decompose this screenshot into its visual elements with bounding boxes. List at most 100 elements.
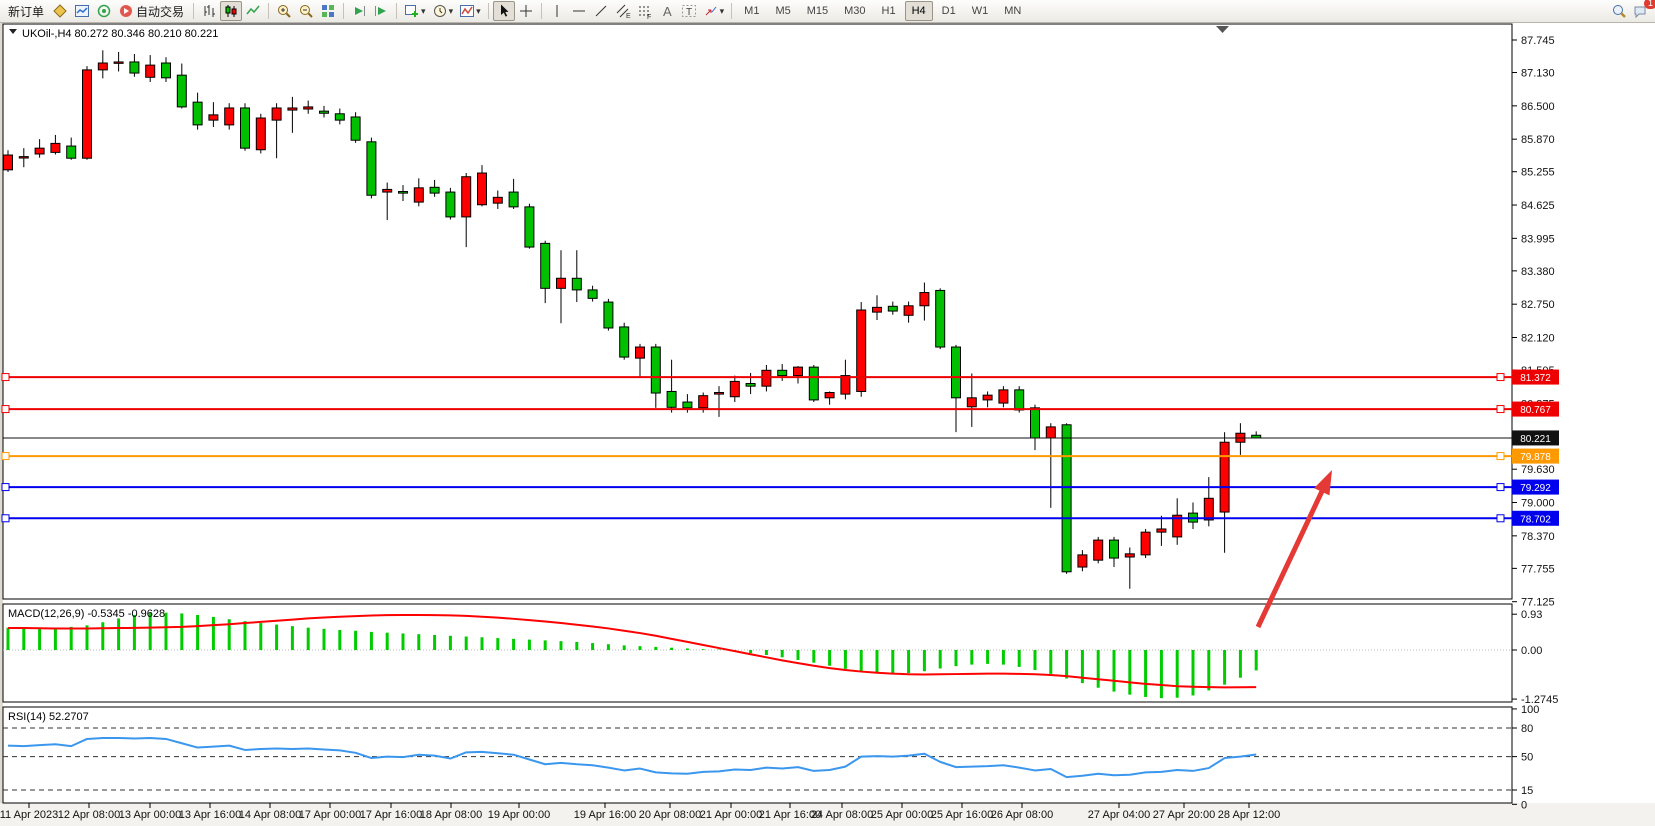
vertical-line-tool-button[interactable]: [546, 1, 568, 21]
indicators-button[interactable]: ▾: [456, 1, 484, 21]
chart-shift-button[interactable]: [370, 1, 392, 21]
hline-handle-right[interactable]: [1497, 484, 1504, 491]
new-chart-caret-icon[interactable]: ▾: [421, 6, 426, 17]
price-axis-label: 79.000: [1521, 498, 1555, 510]
new-chart-button[interactable]: ▾: [401, 1, 429, 21]
indicators-caret-icon[interactable]: ▾: [476, 6, 481, 17]
candle: [809, 365, 818, 402]
period-clock-button[interactable]: ▾: [429, 1, 457, 21]
macd-panel[interactable]: [3, 604, 1512, 702]
hline-handle-left[interactable]: [2, 515, 9, 522]
time-axis-label: 13 Apr 00:00: [119, 809, 181, 821]
new-order-button[interactable]: 新订单: [3, 1, 49, 21]
bar-chart-type-button[interactable]: [198, 1, 220, 21]
auto-scroll-button[interactable]: [348, 1, 370, 21]
hline-handle-left[interactable]: [2, 374, 9, 381]
hline-handle-right[interactable]: [1497, 374, 1504, 381]
price-axis-label: 77.125: [1521, 597, 1555, 609]
svg-text:A: A: [663, 4, 672, 19]
candle: [241, 103, 250, 151]
timeframe-h1-button[interactable]: H1: [875, 1, 903, 21]
candle: [1094, 537, 1103, 563]
hline-handle-right[interactable]: [1497, 453, 1504, 460]
timeframe-w1-button[interactable]: W1: [965, 1, 996, 21]
chat-badge: 1: [1644, 0, 1655, 9]
time-axis-label: 12 Apr 08:00: [58, 809, 120, 821]
label-tool-button[interactable]: T: [678, 1, 700, 21]
hline-handle-left[interactable]: [2, 406, 9, 413]
timeframe-h4-button[interactable]: H4: [905, 1, 933, 21]
search-icon[interactable]: [1608, 1, 1630, 21]
chart-canvas[interactable]: 87.74587.13086.50085.87085.25584.62583.9…: [0, 0, 1655, 826]
candle: [857, 302, 866, 397]
chat-icon[interactable]: 1: [1630, 1, 1652, 21]
time-axis-label: 14 Apr 08:00: [239, 809, 301, 821]
time-axis-label: 17 Apr 16:00: [360, 809, 422, 821]
candle: [446, 188, 455, 220]
zoom-out-button[interactable]: [295, 1, 317, 21]
price-axis-label: 83.380: [1521, 266, 1555, 278]
timeframe-m30-button[interactable]: M30: [837, 1, 872, 21]
time-axis-label: 21 Apr 00:00: [700, 809, 762, 821]
period-caret-icon[interactable]: ▾: [449, 6, 454, 17]
time-axis-label: 27 Apr 04:00: [1088, 809, 1150, 821]
time-axis-label: 27 Apr 20:00: [1153, 809, 1215, 821]
signals-icon[interactable]: [93, 1, 115, 21]
svg-text:T: T: [686, 7, 692, 18]
candlestick-chart-type-button[interactable]: [220, 1, 242, 21]
hline-handle-left[interactable]: [2, 484, 9, 491]
market-gold-icon[interactable]: [49, 1, 71, 21]
time-axis-label: 20 Apr 08:00: [639, 809, 701, 821]
price-badge-label: 78.702: [1520, 514, 1551, 525]
arrows-tool-button[interactable]: ▾: [700, 1, 728, 21]
timeframe-m5-button[interactable]: M5: [768, 1, 797, 21]
channel-tool-button[interactable]: E: [612, 1, 634, 21]
candle: [351, 112, 360, 143]
price-axis-label: 77.755: [1521, 563, 1555, 575]
hline-handle-right[interactable]: [1497, 515, 1504, 522]
arrows-caret-icon[interactable]: ▾: [720, 6, 725, 17]
autotrade-button[interactable]: 自动交易: [115, 1, 189, 21]
price-axis-label: 87.745: [1521, 35, 1555, 47]
candle: [83, 66, 92, 160]
rsi-panel[interactable]: [3, 707, 1512, 803]
crosshair-button[interactable]: [515, 1, 537, 21]
timeframe-m1-button[interactable]: M1: [737, 1, 766, 21]
candle: [525, 204, 534, 249]
trendline-tool-button[interactable]: [590, 1, 612, 21]
horizontal-line-tool-button[interactable]: [568, 1, 590, 21]
mt4-window: 新订单 自动交易: [0, 0, 1655, 826]
timeframe-group: M1M5M15M30H1H4D1W1MN: [736, 1, 1029, 21]
cursor-button[interactable]: [493, 1, 515, 21]
svg-text:F: F: [647, 14, 651, 19]
price-axis-label: 79.630: [1521, 464, 1555, 476]
hline-handle-left[interactable]: [2, 453, 9, 460]
time-axis-label: 17 Apr 00:00: [299, 809, 361, 821]
time-axis-label: 25 Apr 16:00: [931, 809, 993, 821]
hline-handle-right[interactable]: [1497, 406, 1504, 413]
timeframe-d1-button[interactable]: D1: [935, 1, 963, 21]
time-axis-label: 11 Apr 2023: [0, 809, 58, 821]
toolbar-separator: [396, 3, 397, 19]
chart-window-icon[interactable]: [71, 1, 93, 21]
zoom-in-button[interactable]: [273, 1, 295, 21]
timeframe-mn-button[interactable]: MN: [997, 1, 1028, 21]
tile-windows-button[interactable]: [317, 1, 339, 21]
svg-text:E: E: [626, 13, 631, 19]
autotrade-label: 自动交易: [134, 3, 186, 20]
time-axis-label: 25 Apr 00:00: [871, 809, 933, 821]
macd-axis-label: 0.00: [1521, 645, 1542, 657]
candle: [604, 299, 613, 331]
rsi-axis-label: 50: [1521, 752, 1533, 764]
toolbar-separator: [193, 3, 194, 19]
candle: [936, 288, 945, 349]
toolbar-separator: [541, 3, 542, 19]
timeframe-m15-button[interactable]: M15: [800, 1, 835, 21]
price-badge-label: 79.292: [1520, 483, 1551, 494]
toolbar: 新订单 自动交易: [0, 0, 1655, 23]
price-axis-label: 85.255: [1521, 167, 1555, 179]
candle: [256, 114, 265, 154]
line-chart-type-button[interactable]: [242, 1, 264, 21]
text-tool-button[interactable]: A: [656, 1, 678, 21]
fibonacci-tool-button[interactable]: F: [634, 1, 656, 21]
